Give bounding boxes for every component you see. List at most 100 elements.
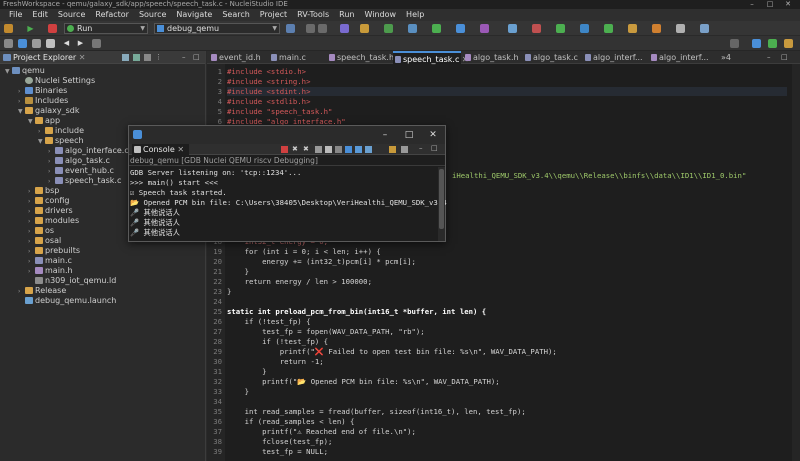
display-console-icon[interactable] (389, 146, 396, 153)
tree-item-osal[interactable]: › osal (28, 236, 61, 246)
console-scroll-thumb[interactable] (439, 169, 444, 229)
tab-speech-task-c[interactable]: speech_task.c ✕ (393, 51, 469, 64)
code-line[interactable]: if (!test_fp) { (227, 337, 328, 346)
tab-event-id-h[interactable]: event_id.h (209, 51, 267, 64)
build-hammer-icon[interactable] (4, 24, 13, 33)
collapse-all-icon[interactable] (122, 54, 129, 61)
code-line-function[interactable]: static int preload_pcm_from_bin(int16_t … (227, 307, 486, 316)
tree-item-speech[interactable]: ▼ speech (38, 136, 84, 146)
open-type-icon[interactable] (508, 24, 517, 33)
console-close-icon[interactable]: ✕ (427, 129, 439, 141)
code-line[interactable]: if (read_samples < len) { (227, 417, 355, 426)
tab-overflow[interactable]: »4 (719, 51, 743, 64)
nav-icon[interactable] (700, 24, 709, 33)
code-line-path[interactable]: iHealthi_QEMU_SDK_v3.4\\qemu\\Release\\b… (452, 171, 746, 180)
code-line-current[interactable]: #include <stdint.h> (227, 87, 787, 96)
tree-item-nuclei-settings[interactable]: Nuclei Settings (18, 76, 95, 86)
code-line[interactable]: return energy / len > 100000; (227, 277, 372, 286)
open-console-icon[interactable] (401, 146, 408, 153)
code-line[interactable]: } (227, 367, 266, 376)
code-line[interactable]: #include <stdio.h> (227, 67, 306, 76)
tree-item-algo-interface-c[interactable]: › algo_interface.c (48, 146, 129, 156)
tree-item-include[interactable]: › include (38, 126, 84, 136)
minimize-editor-icon[interactable]: – (767, 53, 771, 61)
tree-item-prebuilts[interactable]: › prebuilts (28, 246, 80, 256)
tree-item-binaries[interactable]: › Binaries (18, 86, 67, 96)
brush-icon[interactable] (652, 24, 661, 33)
menu-source-2[interactable]: Source (134, 9, 171, 21)
code-line[interactable]: int read_samples = fread(buffer, sizeof(… (227, 407, 526, 416)
run-mode-select[interactable]: Run ▼ (64, 23, 148, 34)
format-icon[interactable] (18, 39, 27, 48)
code-line[interactable]: return -1; (227, 357, 324, 366)
code-line[interactable]: fclose(test_fp); (227, 437, 332, 446)
console-scrollbar[interactable] (438, 167, 445, 241)
maximize-icon[interactable]: □ (763, 0, 777, 9)
code-line[interactable]: for (int i = 0; i < len; i++) { (227, 247, 381, 256)
tree-item-main-h[interactable]: › main.h (28, 266, 73, 276)
run-play-icon[interactable]: ▶ (26, 24, 35, 33)
coverage-icon[interactable] (580, 24, 589, 33)
perspective-other-icon[interactable] (784, 39, 793, 48)
link-editor-icon[interactable] (133, 54, 140, 61)
code-line[interactable]: } (227, 267, 249, 276)
show-stderr-icon[interactable] (365, 146, 372, 153)
menu-refactor[interactable]: Refactor (90, 9, 134, 21)
console-view-maximize-icon[interactable]: □ (431, 144, 438, 152)
code-line[interactable]: } (227, 287, 231, 296)
tree-item-event-hub-c[interactable]: › event_hub.c (48, 166, 114, 176)
tree-item-debug-launch[interactable]: debug_qemu.launch (18, 296, 116, 306)
code-line[interactable]: printf("⚠ Reached end of file.\n"); (227, 427, 416, 436)
word-wrap-icon[interactable] (345, 146, 352, 153)
menu-project[interactable]: Project (255, 9, 292, 21)
tree-item-algo-task-c[interactable]: › algo_task.c (48, 156, 110, 166)
code-line[interactable]: printf("📂 Opened PCM bin file: %s\n", WA… (227, 377, 500, 386)
tab-algo-interface-h[interactable]: algo_interf... (649, 51, 713, 64)
launch-config-select[interactable]: debug_qemu ▼ (154, 23, 280, 34)
code-line[interactable]: test_fp = NULL; (227, 447, 328, 456)
settings-icon[interactable] (286, 24, 295, 33)
copy-icon[interactable] (315, 146, 322, 153)
tree-item-linker-script[interactable]: n309_iot_qemu.ld (28, 276, 116, 286)
quick-access-icon[interactable] (730, 39, 739, 48)
tree-item-galaxy-sdk[interactable]: ▼ galaxy_sdk (18, 106, 79, 116)
tree-item-includes[interactable]: › Includes (18, 96, 68, 106)
back-arrow-icon[interactable]: ◀ (62, 39, 71, 48)
code-line[interactable]: energy += (int32_t)pcm[i] * pcm[i]; (227, 257, 416, 266)
menu-window[interactable]: Window (360, 9, 402, 21)
code-line[interactable]: #include <stdlib.h> (227, 97, 310, 106)
code-line[interactable]: #include "speech_task.h" (227, 107, 332, 116)
toggle-icon[interactable] (46, 39, 55, 48)
tab-algo-task-h[interactable]: algo_task.h (463, 51, 521, 64)
code-line[interactable]: #include <string.h> (227, 77, 310, 86)
debug-run-icon[interactable] (384, 24, 393, 33)
filter-icon[interactable] (144, 54, 151, 61)
tree-item-speech-task-c[interactable]: › speech_task.c (48, 176, 121, 186)
tree-item-modules[interactable]: › modules (28, 216, 79, 226)
maximize-view-icon[interactable]: □ (193, 53, 200, 61)
tab-algo-interface-c[interactable]: algo_interf... (583, 51, 647, 64)
run-last-icon[interactable] (604, 24, 613, 33)
terminate-icon[interactable] (281, 146, 288, 153)
menu-edit[interactable]: Edit (27, 9, 53, 21)
tools-icon[interactable] (360, 24, 369, 33)
perspective-debug-icon[interactable] (768, 39, 777, 48)
tree-item-bsp[interactable]: › bsp (28, 186, 59, 196)
tree-item-os[interactable]: › os (28, 226, 54, 236)
new-file-icon[interactable] (306, 24, 315, 33)
debug-icon[interactable] (340, 24, 349, 33)
external-tools-icon[interactable] (556, 24, 565, 33)
console-titlebar[interactable]: – □ ✕ (129, 126, 445, 144)
forward-arrow-icon[interactable]: ▶ (76, 39, 85, 48)
project-explorer-title[interactable]: Project Explorer ✕ (3, 51, 85, 64)
tree-item-config[interactable]: › config (28, 196, 69, 206)
folder-open-icon[interactable] (628, 24, 637, 33)
new-icon[interactable] (456, 24, 465, 33)
clear-console-icon[interactable] (325, 146, 332, 153)
pin-editor-icon[interactable] (92, 39, 101, 48)
view-menu-icon[interactable]: ⋮ (155, 53, 162, 61)
show-stdout-icon[interactable] (355, 146, 362, 153)
code-line[interactable]: test_fp = fopen(WAV_DATA_PATH, "rb"); (227, 327, 425, 336)
save-icon[interactable] (318, 24, 327, 33)
pin-icon[interactable] (676, 24, 685, 33)
